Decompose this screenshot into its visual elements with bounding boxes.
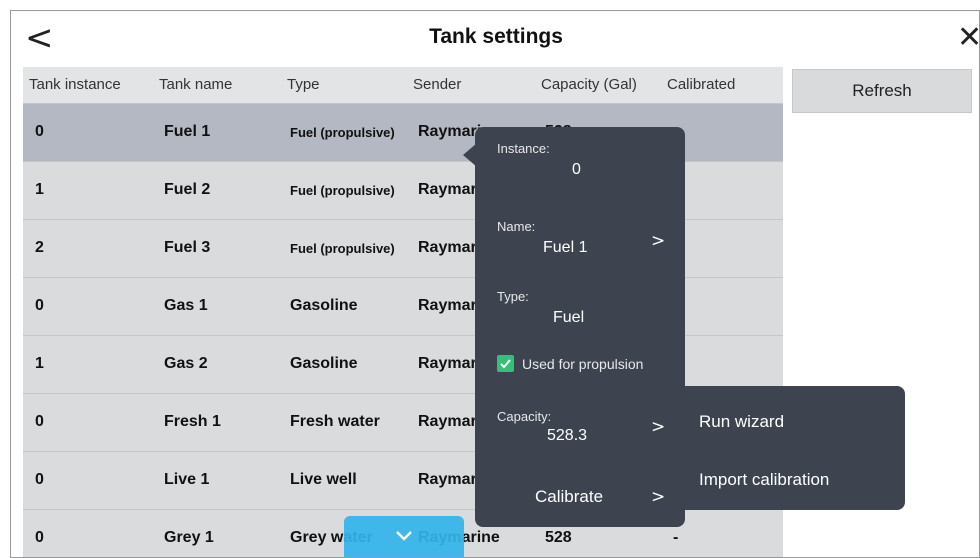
import-calibration-item[interactable]: Import calibration	[699, 470, 829, 490]
name-value: Fuel 1	[543, 239, 588, 256]
checkmark-icon	[500, 359, 511, 369]
cell-instance: 2	[35, 239, 44, 256]
cell-name: Live 1	[164, 471, 210, 488]
propulsion-toggle[interactable]: Used for propulsion	[475, 355, 685, 377]
header-tank-name: Tank name	[159, 76, 233, 93]
cell-sender: Raymar	[418, 181, 477, 198]
cell-sender: Raymar	[418, 413, 477, 430]
cell-name: Fuel 1	[164, 123, 211, 140]
header-calibrated: Calibrated	[667, 76, 736, 93]
capacity-value: 528.3	[547, 427, 588, 444]
chevron-down-icon	[396, 531, 412, 541]
cell-name: Grey 1	[164, 529, 214, 546]
instance-field: Instance: 0	[475, 137, 685, 187]
propulsion-checkbox[interactable]	[497, 355, 514, 372]
calibrate-submenu: Run wizard Import calibration	[685, 386, 905, 510]
app-window: < Tank settings ✕ Tank instance Tank nam…	[10, 10, 980, 558]
propulsion-label: Used for propulsion	[522, 356, 644, 372]
cell-name: Fuel 3	[164, 239, 211, 256]
name-label: Name:	[497, 219, 536, 234]
instance-label: Instance:	[497, 141, 550, 156]
cell-type: Live well	[290, 471, 357, 488]
name-chevron-right-icon: >	[651, 231, 666, 251]
header-tank-instance: Tank instance	[29, 76, 121, 93]
cell-type: Gasoline	[290, 355, 358, 372]
cell-type: Fuel (propulsive)	[290, 241, 395, 256]
cell-instance: 0	[35, 529, 44, 546]
calibrate-button[interactable]: Calibrate >	[475, 477, 685, 517]
cell-capacity: 528	[545, 529, 572, 546]
cell-type: Fuel (propulsive)	[290, 125, 395, 140]
tank-details-popup: Instance: 0 Name: Fuel 1 > Type: Fuel Us…	[475, 127, 685, 527]
cell-instance: 0	[35, 413, 44, 430]
calibrate-chevron-right-icon: >	[651, 487, 666, 507]
cell-name: Fuel 2	[164, 181, 211, 198]
cell-sender: Raymar	[418, 239, 477, 256]
page-title: Tank settings	[429, 25, 563, 48]
cell-calibrated: -	[673, 529, 679, 546]
cell-name: Fresh 1	[164, 413, 221, 430]
cell-type: Fresh water	[290, 413, 380, 430]
capacity-field[interactable]: Capacity: 528.3 >	[475, 403, 685, 459]
run-wizard-item[interactable]: Run wizard	[699, 412, 784, 432]
cell-sender: Raymar	[418, 471, 477, 488]
refresh-button[interactable]: Refresh	[792, 69, 972, 113]
cell-sender: Raymar	[418, 297, 477, 314]
close-button[interactable]: ✕	[957, 21, 979, 55]
type-label: Type:	[497, 289, 529, 304]
cell-type: Gasoline	[290, 297, 358, 314]
cell-instance: 0	[35, 123, 44, 140]
cell-name: Gas 1	[164, 297, 208, 314]
header-type: Type	[287, 76, 320, 93]
capacity-label: Capacity:	[497, 409, 552, 424]
cell-instance: 1	[35, 181, 44, 198]
header-capacity: Capacity (Gal)	[541, 76, 637, 93]
capacity-chevron-right-icon: >	[651, 417, 666, 437]
cell-instance: 0	[35, 471, 44, 488]
cell-instance: 0	[35, 297, 44, 314]
instance-value: 0	[572, 161, 581, 178]
cell-type: Fuel (propulsive)	[290, 183, 395, 198]
title-bar: < Tank settings ✕	[11, 11, 979, 67]
type-value: Fuel	[553, 309, 585, 326]
name-field[interactable]: Name: Fuel 1 >	[475, 211, 685, 267]
cell-sender: Raymar	[418, 355, 477, 372]
table-header: Tank instance Tank name Type Sender Capa…	[23, 67, 783, 103]
cell-name: Gas 2	[164, 355, 208, 372]
header-sender: Sender	[413, 76, 462, 93]
cell-instance: 1	[35, 355, 44, 372]
type-field[interactable]: Type: Fuel	[475, 281, 685, 333]
calibrate-label: Calibrate	[535, 487, 604, 506]
scroll-down-handle[interactable]	[344, 516, 464, 557]
